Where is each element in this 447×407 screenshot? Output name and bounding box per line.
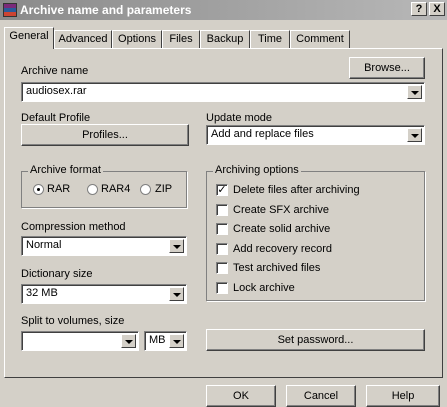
tab-files[interactable]: Files: [162, 30, 200, 48]
tab-comment[interactable]: Comment: [290, 30, 350, 48]
test-archived-label: Test archived files: [233, 262, 321, 274]
update-mode-select[interactable]: Add and replace files: [206, 125, 425, 145]
chevron-down-icon[interactable]: [121, 334, 136, 348]
close-title-button[interactable]: X: [429, 2, 445, 16]
compression-method-select[interactable]: Normal: [21, 236, 187, 256]
default-profile-label: Default Profile: [21, 112, 91, 124]
archive-dialog: Archive name and parameters ? X General …: [0, 0, 447, 407]
archive-name-combo[interactable]: audiosex.rar: [21, 82, 425, 102]
archive-name-label: Archive name: [21, 65, 89, 77]
ok-button[interactable]: OK: [206, 385, 276, 407]
window-title: Archive name and parameters: [20, 3, 192, 17]
split-unit-value: MB: [149, 334, 166, 346]
update-mode-value: Add and replace files: [211, 128, 314, 140]
archiving-options-label: Archiving options: [213, 164, 301, 176]
dictionary-size-value: 32 MB: [26, 287, 58, 299]
title-bar: Archive name and parameters ? X: [0, 0, 447, 20]
chevron-down-icon[interactable]: [407, 85, 422, 99]
zip-radio[interactable]: [140, 184, 151, 195]
tab-options[interactable]: Options: [112, 30, 162, 48]
compression-method-value: Normal: [26, 239, 62, 251]
profiles-button[interactable]: Profiles...: [21, 124, 189, 146]
split-volumes-label: Split to volumes, size: [21, 315, 125, 327]
rar-radio[interactable]: [33, 184, 44, 195]
create-sfx-checkbox[interactable]: [216, 204, 228, 216]
dictionary-size-select[interactable]: 32 MB: [21, 284, 187, 304]
create-solid-label: Create solid archive: [233, 223, 331, 235]
rar4-radio-label: RAR4: [101, 183, 131, 195]
chevron-down-icon[interactable]: [169, 239, 184, 253]
update-mode-label: Update mode: [206, 112, 273, 124]
add-recovery-checkbox[interactable]: [216, 243, 228, 255]
dictionary-size-label: Dictionary size: [21, 268, 93, 280]
compression-method-label: Compression method: [21, 221, 126, 233]
zip-radio-label: ZIP: [155, 183, 173, 195]
help-title-button[interactable]: ?: [411, 2, 427, 16]
browse-button[interactable]: Browse...: [349, 57, 425, 79]
split-unit-select[interactable]: MB: [144, 331, 187, 351]
archive-name-value: audiosex.rar: [26, 85, 87, 97]
add-recovery-label: Add recovery record: [233, 243, 333, 255]
help-button[interactable]: Help: [366, 385, 440, 407]
create-sfx-label: Create SFX archive: [233, 204, 329, 216]
winrar-app-icon: [3, 3, 17, 17]
create-solid-checkbox[interactable]: [216, 223, 228, 235]
delete-files-checkbox[interactable]: ✓: [216, 184, 228, 196]
lock-archive-checkbox[interactable]: [216, 282, 228, 294]
chevron-down-icon[interactable]: [169, 334, 184, 348]
chevron-down-icon[interactable]: [169, 287, 184, 301]
lock-archive-label: Lock archive: [233, 282, 295, 294]
delete-files-label: Delete files after archiving: [233, 184, 360, 196]
archive-format-label: Archive format: [28, 164, 103, 176]
chevron-down-icon[interactable]: [407, 128, 422, 142]
tab-time[interactable]: Time: [250, 30, 290, 48]
tab-advanced[interactable]: Advanced: [54, 30, 112, 48]
split-volumes-combo[interactable]: [21, 331, 139, 351]
set-password-button[interactable]: Set password...: [206, 329, 425, 351]
tab-general[interactable]: General: [4, 27, 54, 49]
test-archived-checkbox[interactable]: [216, 262, 228, 274]
rar-radio-label: RAR: [47, 183, 71, 195]
rar4-radio[interactable]: [87, 184, 98, 195]
cancel-button[interactable]: Cancel: [286, 385, 356, 407]
tab-backup[interactable]: Backup: [200, 30, 250, 48]
